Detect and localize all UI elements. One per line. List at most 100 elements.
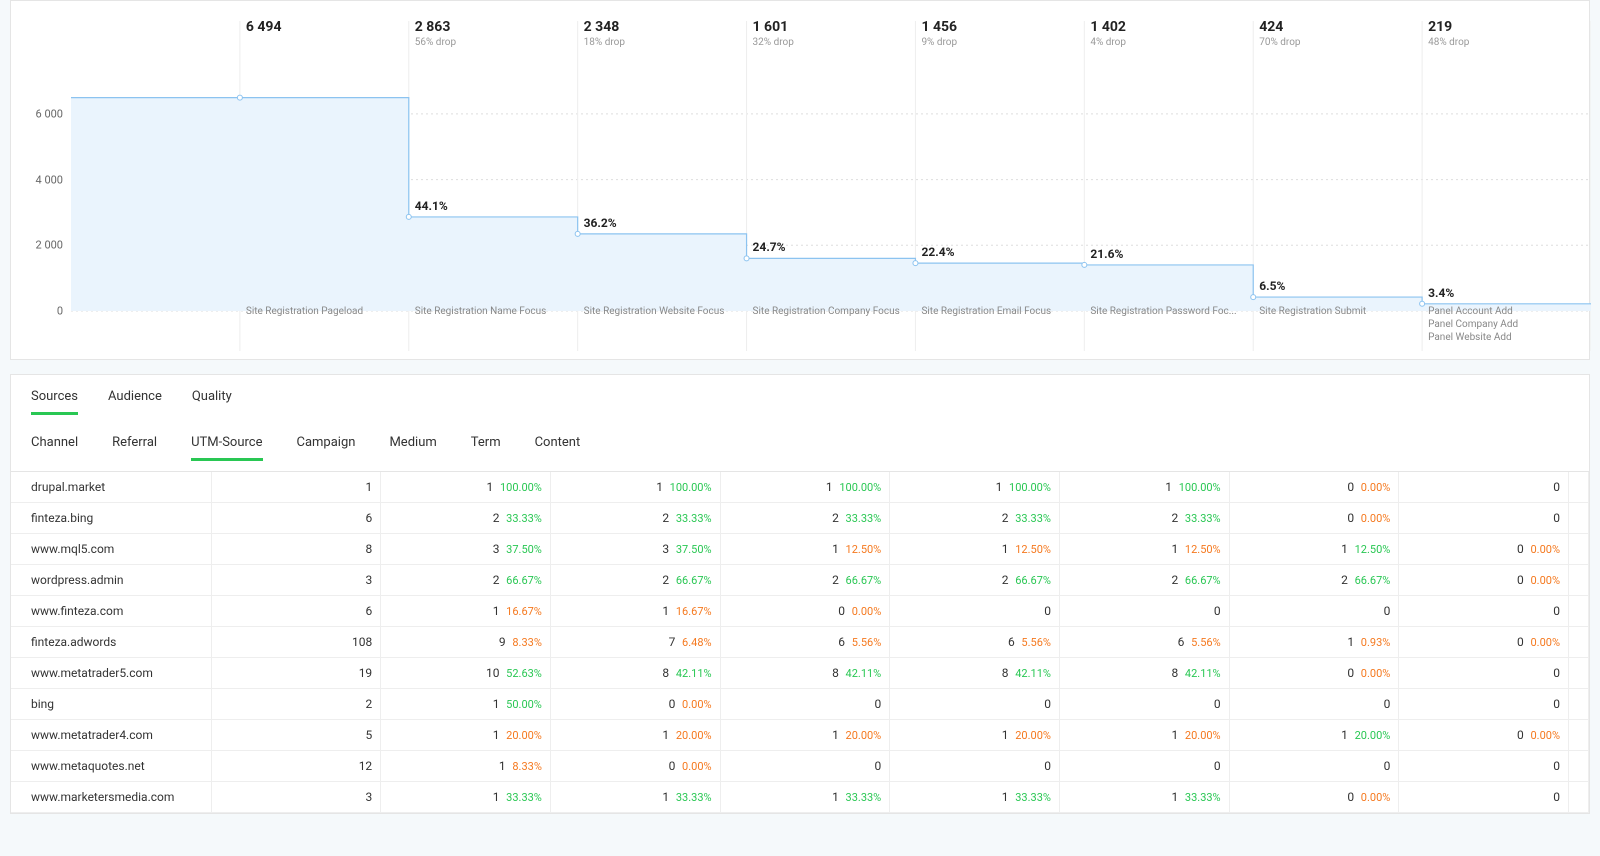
table-row[interactable]: www.metaquotes.net121 8.33%0 0.00%00000 bbox=[11, 751, 1589, 782]
col-value: 1 bbox=[211, 472, 381, 503]
col-value: 1 20.00% bbox=[550, 720, 720, 751]
col-value: 5 bbox=[211, 720, 381, 751]
subtab-term[interactable]: Term bbox=[471, 435, 501, 461]
col-value: 2 33.33% bbox=[381, 503, 551, 534]
col-value: 2 bbox=[211, 689, 381, 720]
pct-value: 20.00% bbox=[1013, 729, 1051, 742]
col-value: 0 bbox=[1229, 689, 1399, 720]
table-row[interactable]: wordpress.admin32 66.67%2 66.67%2 66.67%… bbox=[11, 565, 1589, 596]
col-value: 0 bbox=[1399, 596, 1569, 627]
pct-value: 33.33% bbox=[1013, 512, 1051, 525]
col-value: 1 16.67% bbox=[550, 596, 720, 627]
col-value: 1 16.67% bbox=[381, 596, 551, 627]
col-value: 6 5.56% bbox=[890, 627, 1060, 658]
col-value: 0 bbox=[1399, 658, 1569, 689]
col-value: 1 100.00% bbox=[550, 472, 720, 503]
col-value: 0 bbox=[720, 689, 890, 720]
col-value: 6 5.56% bbox=[1059, 627, 1229, 658]
col-value: 1 100.00% bbox=[720, 472, 890, 503]
pct-value: 33.33% bbox=[843, 791, 881, 804]
pct-value: 37.50% bbox=[503, 543, 541, 556]
col-value: 0 bbox=[1399, 751, 1569, 782]
pct-value: 100.00% bbox=[667, 481, 712, 494]
table-row[interactable]: www.metatrader5.com1910 52.63%8 42.11%8 … bbox=[11, 658, 1589, 689]
pct-value: 52.63% bbox=[503, 667, 541, 680]
source-name: www.marketersmedia.com bbox=[11, 782, 211, 813]
col-value: 0 0.00% bbox=[550, 689, 720, 720]
table-row[interactable]: www.mql5.com83 37.50%3 37.50%1 12.50%1 1… bbox=[11, 534, 1589, 565]
table-row[interactable]: www.metatrader4.com51 20.00%1 20.00%1 20… bbox=[11, 720, 1589, 751]
subtab-campaign[interactable]: Campaign bbox=[297, 435, 356, 461]
tab-quality[interactable]: Quality bbox=[192, 389, 232, 415]
col-value: 8 42.11% bbox=[890, 658, 1060, 689]
table-row[interactable]: www.finteza.com61 16.67%1 16.67%0 0.00%0… bbox=[11, 596, 1589, 627]
col-value: 0 0.00% bbox=[1399, 627, 1569, 658]
subtab-referral[interactable]: Referral bbox=[112, 435, 157, 461]
pct-value: 0.00% bbox=[1358, 667, 1390, 680]
col-value: 6 5.56% bbox=[720, 627, 890, 658]
funnel-step-label: Site Registration Name Focus bbox=[415, 305, 572, 318]
col-value: 0 bbox=[1399, 782, 1569, 813]
table-row[interactable]: drupal.market11 100.00%1 100.00%1 100.00… bbox=[11, 472, 1589, 503]
tabs-primary: Sources Audience Quality bbox=[11, 375, 1589, 425]
pct-value: 66.67% bbox=[673, 574, 711, 587]
sources-table: drupal.market11 100.00%1 100.00%1 100.00… bbox=[11, 472, 1589, 813]
col-value: 0 bbox=[1229, 751, 1399, 782]
pct-value: 0.00% bbox=[1358, 481, 1390, 494]
col-value: 0 0.00% bbox=[720, 596, 890, 627]
pct-value: 0.00% bbox=[1528, 574, 1560, 587]
col-value: 19 bbox=[211, 658, 381, 689]
pct-value: 12.50% bbox=[1182, 543, 1220, 556]
col-value: 0 0.00% bbox=[1229, 658, 1399, 689]
subtab-content[interactable]: Content bbox=[535, 435, 581, 461]
col-value: 0 bbox=[1399, 472, 1569, 503]
pct-value: 66.67% bbox=[1352, 574, 1390, 587]
col-value: 10 52.63% bbox=[381, 658, 551, 689]
col-value: 1 33.33% bbox=[890, 782, 1060, 813]
pct-value: 16.67% bbox=[673, 605, 711, 618]
col-value: 2 66.67% bbox=[1229, 565, 1399, 596]
table-row[interactable]: bing21 50.00%0 0.00%00000 bbox=[11, 689, 1589, 720]
subtab-utm-source[interactable]: UTM-Source bbox=[191, 435, 262, 461]
col-value: 108 bbox=[211, 627, 381, 658]
pct-value: 20.00% bbox=[1182, 729, 1220, 742]
col-value: 3 37.50% bbox=[550, 534, 720, 565]
pct-value: 0.00% bbox=[679, 698, 711, 711]
source-name: www.metaquotes.net bbox=[11, 751, 211, 782]
col-value: 2 33.33% bbox=[1059, 503, 1229, 534]
col-value: 0 bbox=[890, 689, 1060, 720]
pct-value: 5.56% bbox=[1019, 636, 1051, 649]
col-value: 1 33.33% bbox=[1059, 782, 1229, 813]
pct-value: 0.00% bbox=[1528, 636, 1560, 649]
step-labels: Site Registration PageloadSite Registrat… bbox=[11, 305, 1589, 349]
tabs-secondary: Channel Referral UTM-Source Campaign Medium T… bbox=[11, 425, 1589, 472]
col-value: 6 bbox=[211, 503, 381, 534]
pct-value: 33.33% bbox=[503, 791, 541, 804]
col-value: 8 42.11% bbox=[1059, 658, 1229, 689]
pct-value: 0.00% bbox=[1358, 791, 1390, 804]
col-value: 1 20.00% bbox=[1059, 720, 1229, 751]
table-row[interactable]: finteza.adwords1089 8.33%7 6.48%6 5.56%6… bbox=[11, 627, 1589, 658]
funnel-step-pct: 21.6% bbox=[1090, 247, 1123, 261]
tab-audience[interactable]: Audience bbox=[108, 389, 162, 415]
pct-value: 0.00% bbox=[849, 605, 881, 618]
col-value: 0 0.00% bbox=[1229, 782, 1399, 813]
subtab-channel[interactable]: Channel bbox=[31, 435, 78, 461]
col-value: 3 37.50% bbox=[381, 534, 551, 565]
col-value: 2 33.33% bbox=[720, 503, 890, 534]
col-value: 3 bbox=[211, 782, 381, 813]
tab-sources[interactable]: Sources bbox=[31, 389, 78, 415]
funnel-step-label: Site Registration Company Focus bbox=[753, 305, 910, 318]
col-value: 0 bbox=[1399, 503, 1569, 534]
col-value: 0 bbox=[890, 751, 1060, 782]
col-value: 1 50.00% bbox=[381, 689, 551, 720]
subtab-medium[interactable]: Medium bbox=[389, 435, 436, 461]
pct-value: 100.00% bbox=[837, 481, 882, 494]
col-value: 1 8.33% bbox=[381, 751, 551, 782]
pct-value: 33.33% bbox=[843, 512, 881, 525]
pct-value: 0.00% bbox=[679, 760, 711, 773]
table-row[interactable]: www.marketersmedia.com31 33.33%1 33.33%1… bbox=[11, 782, 1589, 813]
table-row[interactable]: finteza.bing62 33.33%2 33.33%2 33.33%2 3… bbox=[11, 503, 1589, 534]
col-value: 0 bbox=[1399, 689, 1569, 720]
pct-value: 42.11% bbox=[843, 667, 881, 680]
